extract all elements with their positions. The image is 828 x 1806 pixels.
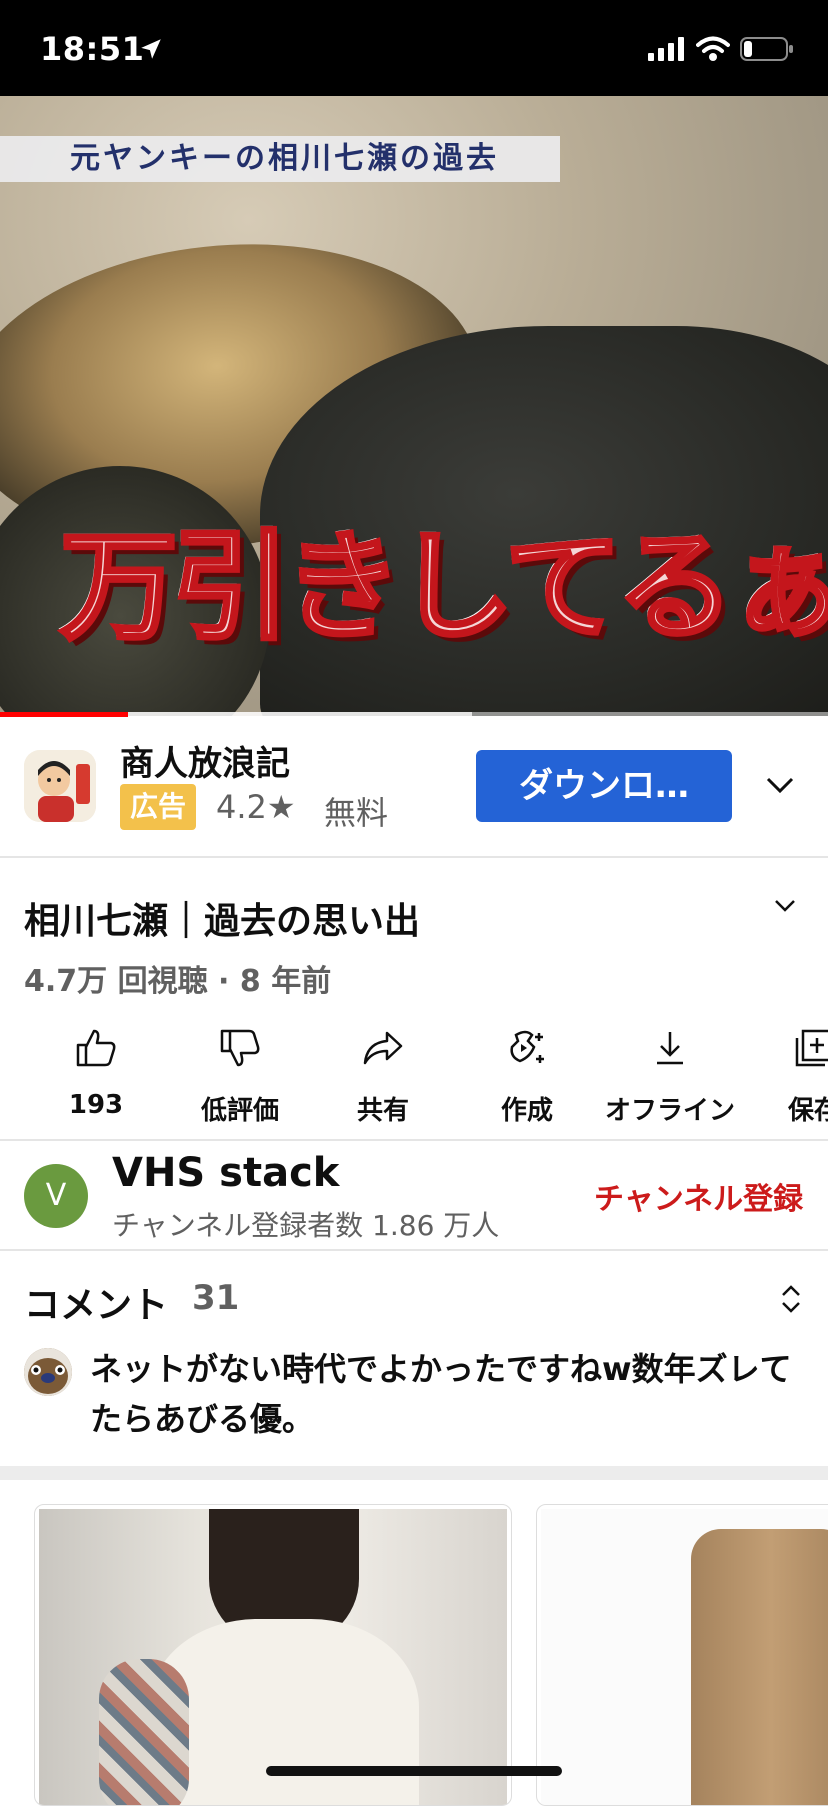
product-image bbox=[541, 1509, 828, 1805]
create-button[interactable]: 作成 bbox=[457, 1026, 597, 1127]
divider bbox=[0, 1139, 828, 1141]
status-icons bbox=[648, 36, 794, 66]
action-bar: 193 低評価 共有 作成 オフライン 保存 bbox=[0, 1026, 828, 1136]
ad-app-name: 商人放浪記 bbox=[120, 744, 290, 784]
product-card[interactable] bbox=[34, 1504, 512, 1806]
thumbs-down-icon bbox=[170, 1026, 310, 1070]
divider bbox=[0, 1249, 828, 1251]
app-icon bbox=[24, 750, 96, 822]
product-image bbox=[39, 1509, 507, 1805]
comments-heading[interactable]: コメント bbox=[24, 1276, 168, 1328]
video-caption-big: 万引きしてるぁ~ bbox=[58, 516, 828, 658]
top-comment[interactable]: ネットがない時代でよかったですねw数年ズレてたらあびる優。 bbox=[90, 1344, 806, 1444]
chevron-down-icon[interactable] bbox=[766, 776, 794, 798]
video-meta[interactable]: 4.7万 回視聴 · 8 年前 bbox=[24, 956, 331, 1000]
save-icon bbox=[744, 1026, 828, 1070]
video-progress-fill bbox=[0, 712, 129, 717]
section-separator bbox=[0, 1466, 828, 1480]
like-count: 193 bbox=[68, 1090, 124, 1120]
product-image-coat bbox=[691, 1529, 828, 1805]
home-indicator[interactable] bbox=[266, 1766, 562, 1776]
create-label: 作成 bbox=[500, 1096, 553, 1126]
ad-badge: 広告 bbox=[120, 784, 197, 830]
create-icon bbox=[457, 1026, 597, 1070]
subscribe-button[interactable]: チャンネル登録 bbox=[594, 1174, 803, 1218]
download-icon bbox=[600, 1026, 740, 1070]
share-icon bbox=[313, 1026, 453, 1070]
video-title[interactable]: 相川七瀬｜過去の思い出 bbox=[24, 892, 420, 944]
status-time: 18:51 bbox=[40, 30, 145, 68]
save-button[interactable]: 保存 bbox=[744, 1026, 828, 1127]
description-expand-icon[interactable] bbox=[774, 898, 796, 917]
channel-avatar[interactable]: V bbox=[24, 1164, 88, 1228]
location-arrow-icon bbox=[138, 36, 164, 66]
comments-count: 31 bbox=[192, 1278, 240, 1318]
dislike-button[interactable]: 低評価 bbox=[170, 1026, 310, 1127]
video-caption-top: 元ヤンキーの相川七瀬の過去 bbox=[0, 136, 560, 182]
ad-banner[interactable]: 商人放浪記 広告 4.2★ 無料 ダウンロ… bbox=[0, 718, 828, 858]
channel-subscriber-count: チャンネル登録者数 1.86 万人 bbox=[112, 1209, 500, 1242]
commenter-avatar[interactable] bbox=[24, 1348, 72, 1396]
save-label: 保存 bbox=[787, 1096, 828, 1126]
channel-name[interactable]: VHS stack bbox=[112, 1150, 339, 1196]
ad-download-button[interactable]: ダウンロ… bbox=[476, 750, 732, 822]
status-bar: 18:51 bbox=[0, 0, 828, 96]
share-label: 共有 bbox=[356, 1096, 409, 1126]
product-image-shirt bbox=[149, 1619, 419, 1805]
share-button[interactable]: 共有 bbox=[313, 1026, 453, 1127]
ad-rating: 4.2★ bbox=[216, 788, 296, 826]
video-player[interactable]: 元ヤンキーの相川七瀬の過去 万引きしてるぁ~ bbox=[0, 96, 828, 716]
offline-button[interactable]: オフライン bbox=[600, 1026, 740, 1127]
ad-price: 無料 bbox=[324, 794, 389, 832]
product-image-sleeve bbox=[99, 1659, 189, 1805]
video-progress-bar[interactable] bbox=[0, 712, 828, 717]
thumbs-up-icon bbox=[26, 1026, 166, 1070]
wifi-icon bbox=[696, 36, 730, 66]
expand-collapse-icon[interactable] bbox=[780, 1284, 802, 1318]
dislike-label: 低評価 bbox=[200, 1096, 279, 1126]
product-card[interactable] bbox=[536, 1504, 828, 1806]
cellular-signal-icon bbox=[648, 37, 686, 65]
like-button[interactable]: 193 bbox=[26, 1026, 166, 1120]
offline-label: オフライン bbox=[604, 1096, 735, 1126]
battery-icon bbox=[740, 36, 794, 66]
